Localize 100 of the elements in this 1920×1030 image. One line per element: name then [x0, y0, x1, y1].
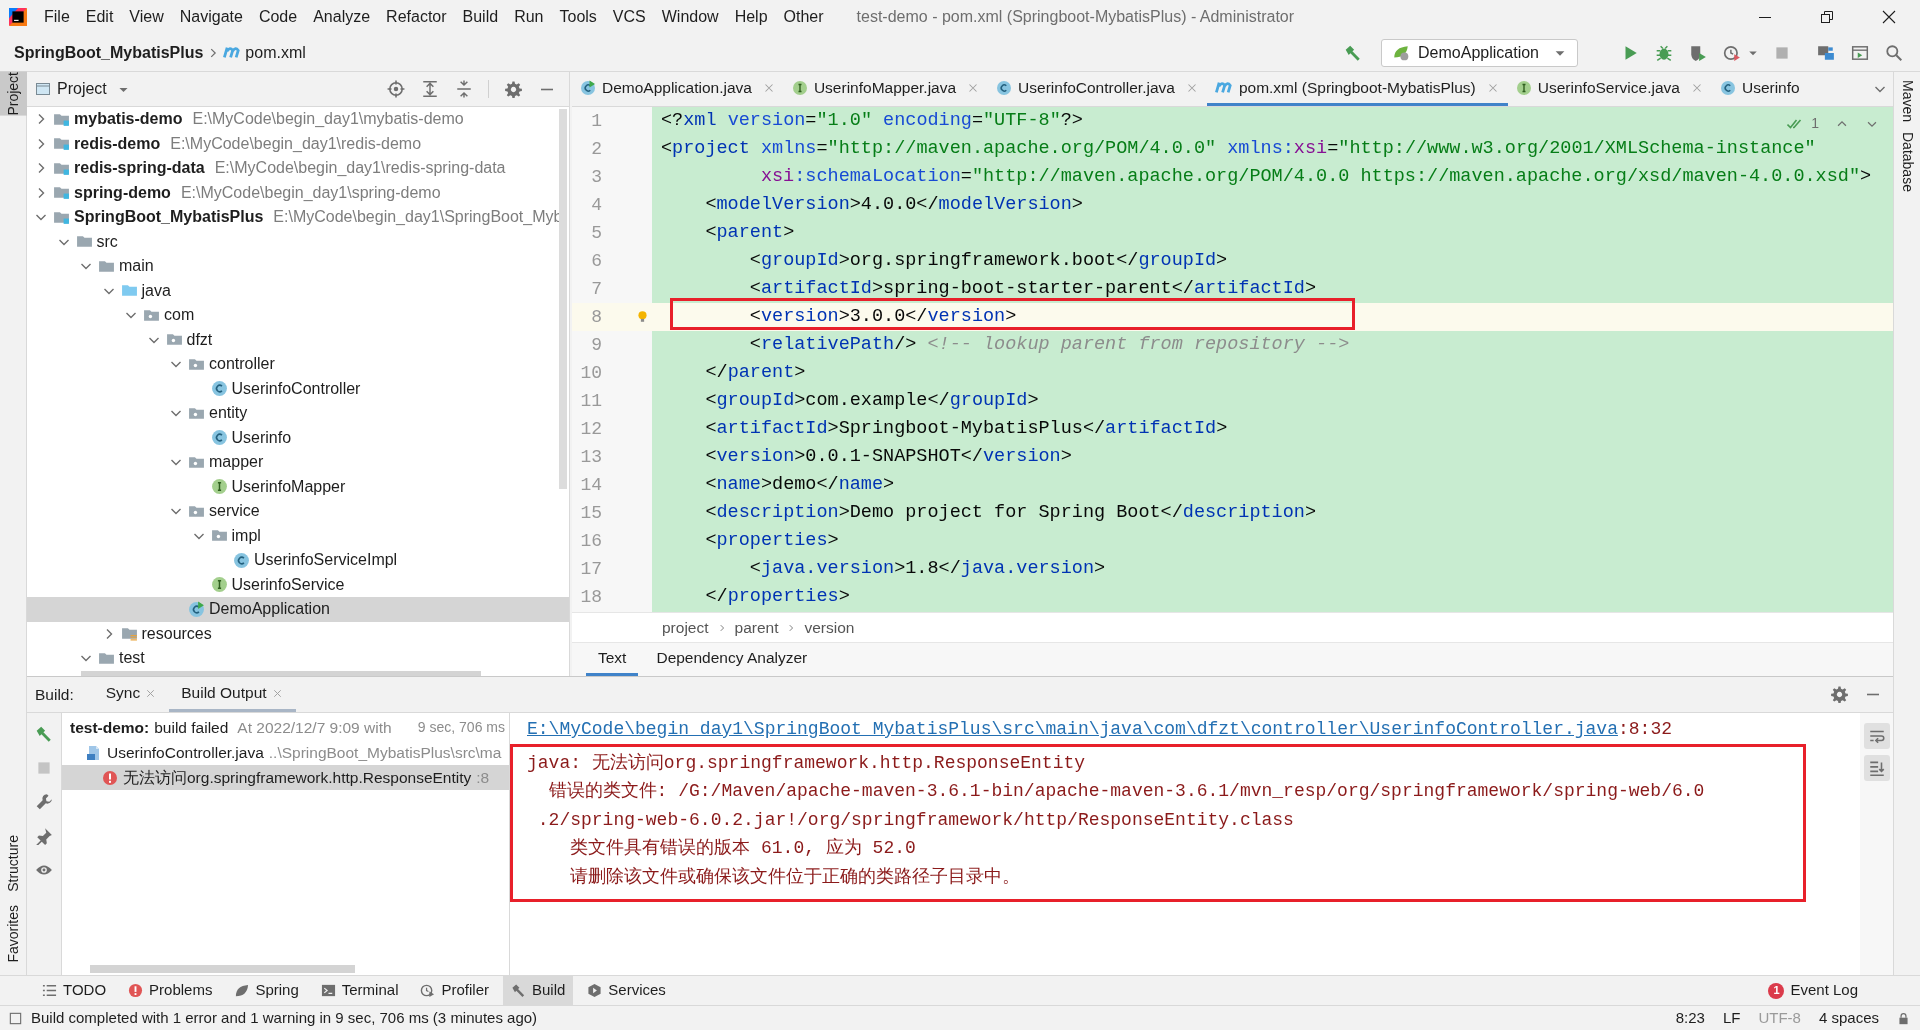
- tree-row[interactable]: resources: [27, 621, 569, 646]
- tree-item-label: mapper: [209, 452, 264, 473]
- tree-row[interactable]: impl: [27, 523, 569, 548]
- tool-window-button[interactable]: Structure: [0, 834, 27, 892]
- tool-window-button[interactable]: Favorites: [0, 905, 27, 963]
- status-item[interactable]: 8:23: [1675, 1006, 1705, 1030]
- menu-item[interactable]: Build: [454, 6, 507, 28]
- lock-icon[interactable]: [1897, 1011, 1910, 1025]
- soft-wrap-button[interactable]: [1863, 723, 1890, 749]
- view-tab[interactable]: Text: [586, 643, 639, 676]
- tree-row[interactable]: DemoApplication: [27, 597, 569, 622]
- tree-row[interactable]: redis-spring-data E:\MyCode\begin_day1\redis-spring-data: [27, 156, 569, 181]
- editor-tab[interactable]: UserinfoMapper.java: [783, 72, 989, 106]
- rebuild-button[interactable]: [35, 725, 53, 743]
- tree-row[interactable]: com: [27, 303, 569, 328]
- build-tree-row[interactable]: UserinfoController.java ..\SpringBoot_MybatisPlus\src\ma: [62, 740, 509, 765]
- menu-item[interactable]: Help: [726, 6, 776, 28]
- scrollbar[interactable]: [90, 965, 355, 973]
- tree-row[interactable]: Userinfo: [27, 425, 569, 450]
- breadcrumb-item[interactable]: SpringBoot_MybatisPlus: [14, 40, 204, 65]
- menu-item[interactable]: Window: [653, 6, 727, 28]
- tree-row[interactable]: mapper: [27, 450, 569, 475]
- tree-row[interactable]: mybatis-demo E:\MyCode\begin_day1\mybatis-demo: [27, 107, 569, 132]
- tool-window-tab[interactable]: Build: [503, 976, 574, 1005]
- status-item[interactable]: 4 spaces: [1818, 1006, 1879, 1030]
- menu-item[interactable]: Edit: [77, 6, 122, 28]
- menu-item[interactable]: Navigate: [171, 6, 251, 28]
- terminal-icon: [320, 983, 336, 998]
- module-folder-icon: [53, 135, 70, 153]
- editor-tab[interactable]: UserinfoService.java: [1507, 72, 1712, 106]
- hide-icon: [1865, 693, 1881, 696]
- menu-item[interactable]: Code: [250, 6, 306, 28]
- tree-row[interactable]: entity: [27, 401, 569, 426]
- menu-item[interactable]: VCS: [604, 6, 654, 28]
- settings-button[interactable]: [35, 793, 53, 811]
- resources-folder-icon: [120, 625, 138, 643]
- tool-window-tab[interactable]: TODO: [34, 976, 115, 1005]
- menu-item[interactable]: Run: [506, 6, 552, 28]
- tree-row[interactable]: java: [27, 278, 569, 303]
- menu-item[interactable]: File: [36, 6, 78, 28]
- window-title: test-demo - pom.xml (Springboot-MybatisPlus) - Administrator: [856, 7, 1295, 27]
- menu-item[interactable]: View: [121, 6, 172, 28]
- code-line: <groupId>com.example</groupId>: [704, 389, 1039, 413]
- scroll-to-end-button[interactable]: [1863, 755, 1890, 781]
- file-link[interactable]: E:\MyCode\begin_day1\SpringBoot_MybatisPlus\src\main\java\com\dfzt\controller\UserinfoController.java: [527, 715, 1618, 744]
- class-icon: [996, 79, 1013, 96]
- tool-window-tab[interactable]: Services: [579, 976, 674, 1005]
- tree-row[interactable]: main: [27, 254, 569, 279]
- tool-window-tab[interactable]: Problems: [120, 976, 221, 1005]
- tool-window-button[interactable]: Maven: [1894, 80, 1920, 123]
- line-number: 17: [579, 558, 602, 581]
- tool-window-button[interactable]: Database: [1894, 132, 1920, 192]
- scrollbar[interactable]: [559, 109, 567, 489]
- hammer-icon: [511, 983, 526, 998]
- breadcrumb-item[interactable]: project: [662, 615, 709, 640]
- tree-row[interactable]: UserinfoController: [27, 376, 569, 401]
- event-log-button[interactable]: 1 Event Log: [1768, 976, 1858, 1005]
- tree-row[interactable]: spring-demo E:\MyCode\begin_day1\spring-demo: [27, 180, 569, 205]
- breadcrumb-item[interactable]: pom.xml: [245, 40, 306, 65]
- view-tab[interactable]: Dependency Analyzer: [644, 643, 820, 676]
- tree-item-label: src: [96, 231, 118, 252]
- toggle-tool-windows-button[interactable]: [8, 1010, 23, 1026]
- tree-row[interactable]: service: [27, 499, 569, 524]
- tree-row[interactable]: UserinfoServiceImpl: [27, 548, 569, 573]
- tree-row[interactable]: UserinfoService: [27, 572, 569, 597]
- menu-item[interactable]: Other: [775, 6, 832, 28]
- build-tree-row[interactable]: test-demo: build failed At 2022/12/7 9:09 with 9 sec, 706 ms: [62, 715, 509, 740]
- line-number: 18: [579, 586, 602, 609]
- project-view-dropdown[interactable]: Project: [35, 77, 130, 101]
- inspection-count[interactable]: 1: [1811, 113, 1819, 134]
- tool-window-tab[interactable]: Spring: [226, 976, 307, 1005]
- tool-window-tab[interactable]: Profiler: [412, 976, 497, 1005]
- menu-item[interactable]: Refactor: [378, 6, 455, 28]
- tree-row[interactable]: UserinfoMapper: [27, 474, 569, 499]
- tool-window-tab[interactable]: Terminal: [312, 976, 407, 1005]
- tree-row[interactable]: redis-demo E:\MyCode\begin_day1\redis-demo: [27, 131, 569, 156]
- tree-row[interactable]: controller: [27, 352, 569, 377]
- editor-tab[interactable]: UserinfoController.java: [988, 72, 1207, 106]
- tree-row[interactable]: test: [27, 646, 569, 671]
- breadcrumb-item[interactable]: version: [804, 615, 855, 640]
- run-configuration-dropdown[interactable]: DemoApplication: [1381, 38, 1578, 67]
- status-item[interactable]: LF: [1722, 1006, 1741, 1030]
- pin-button[interactable]: [35, 827, 53, 845]
- tree-row[interactable]: SpringBoot_MybatisPlus E:\MyCode\begin_day1\SpringBoot_Myb: [27, 205, 569, 230]
- scrollbar[interactable]: [81, 671, 481, 676]
- editor-tab[interactable]: Userinfo: [1711, 72, 1808, 106]
- menu-item[interactable]: Analyze: [305, 6, 379, 28]
- tree-row[interactable]: src: [27, 229, 569, 254]
- build-icon: [1344, 43, 1363, 62]
- tree-item-label: main: [119, 256, 154, 277]
- output-tab[interactable]: Sync: [93, 677, 170, 712]
- intention-bulb-icon[interactable]: [636, 310, 649, 323]
- build-tree-row[interactable]: 无法访问org.springframework.http.ResponseEntity :8: [62, 765, 509, 790]
- settings-button[interactable]: [1829, 686, 1849, 703]
- tree-row[interactable]: dfzt: [27, 327, 569, 352]
- breadcrumb-item[interactable]: parent: [734, 615, 779, 640]
- menu-item[interactable]: Tools: [551, 6, 605, 28]
- editor-tab[interactable]: DemoApplication.java: [572, 72, 784, 106]
- line-number: 2: [590, 138, 602, 161]
- tool-window-button[interactable]: Project: [0, 72, 27, 116]
